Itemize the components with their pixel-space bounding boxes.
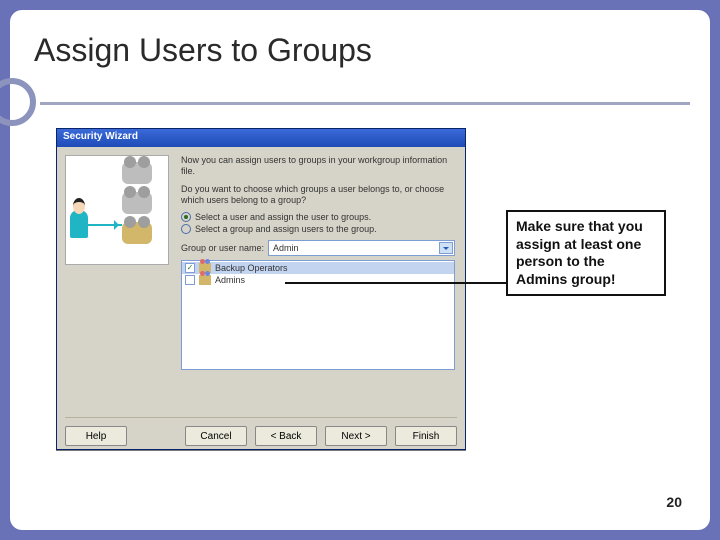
checkbox-icon[interactable]: ✓ <box>185 263 195 273</box>
radio-icon <box>181 224 191 234</box>
wizard-intro-text-1: Now you can assign users to groups in yo… <box>181 155 455 178</box>
field-label: Group or user name: <box>181 243 264 253</box>
callout-text: Make sure that you assign at least one p… <box>516 218 643 287</box>
page-number: 20 <box>666 494 682 510</box>
wizard-button-row: Help Cancel < Back Next > Finish <box>57 418 465 446</box>
window-titlebar[interactable]: Security Wizard <box>57 129 465 147</box>
user-name-field-row: Group or user name: Admin <box>181 240 455 256</box>
title-area: Assign Users to Groups <box>34 32 372 69</box>
radio-assign-users-to-group[interactable]: Select a group and assign users to the g… <box>181 224 455 234</box>
radio-label: Select a user and assign the user to gro… <box>195 212 371 222</box>
chevron-down-icon[interactable] <box>439 242 453 254</box>
user-name-dropdown[interactable]: Admin <box>268 240 455 256</box>
dropdown-value: Admin <box>273 243 299 253</box>
radio-icon <box>181 212 191 222</box>
title-underline <box>40 102 690 105</box>
radio-assign-user-to-groups[interactable]: Select a user and assign the user to gro… <box>181 212 455 222</box>
wizard-illustration <box>65 155 169 265</box>
list-item-label: Backup Operators <box>215 263 288 273</box>
callout-connector-line <box>285 282 507 284</box>
group-icon <box>122 162 152 184</box>
back-button[interactable]: < Back <box>255 426 317 446</box>
callout-box: Make sure that you assign at least one p… <box>506 210 666 296</box>
finish-button[interactable]: Finish <box>395 426 457 446</box>
checkbox-icon[interactable] <box>185 275 195 285</box>
cancel-button[interactable]: Cancel <box>185 426 247 446</box>
slide-surface: Assign Users to Groups Security Wizard N… <box>10 10 710 530</box>
help-button[interactable]: Help <box>65 426 127 446</box>
radio-label: Select a group and assign users to the g… <box>195 224 377 234</box>
groups-listbox[interactable]: ✓ Backup Operators Admins <box>181 260 455 370</box>
group-icon <box>122 192 152 214</box>
list-item-label: Admins <box>215 275 245 285</box>
list-item[interactable]: Admins <box>182 274 454 286</box>
next-button[interactable]: Next > <box>325 426 387 446</box>
wizard-left-pane <box>57 147 177 417</box>
person-icon <box>70 210 88 238</box>
arrow-icon <box>88 224 122 226</box>
security-wizard-window: Security Wizard Now you can assign users… <box>56 128 466 450</box>
page-title: Assign Users to Groups <box>34 32 372 69</box>
group-icon-highlight <box>122 222 152 244</box>
list-item[interactable]: ✓ Backup Operators <box>182 262 454 274</box>
accent-circle-decoration <box>0 78 36 126</box>
group-icon <box>199 275 211 285</box>
wizard-intro-text-2: Do you want to choose which groups a use… <box>181 184 455 207</box>
